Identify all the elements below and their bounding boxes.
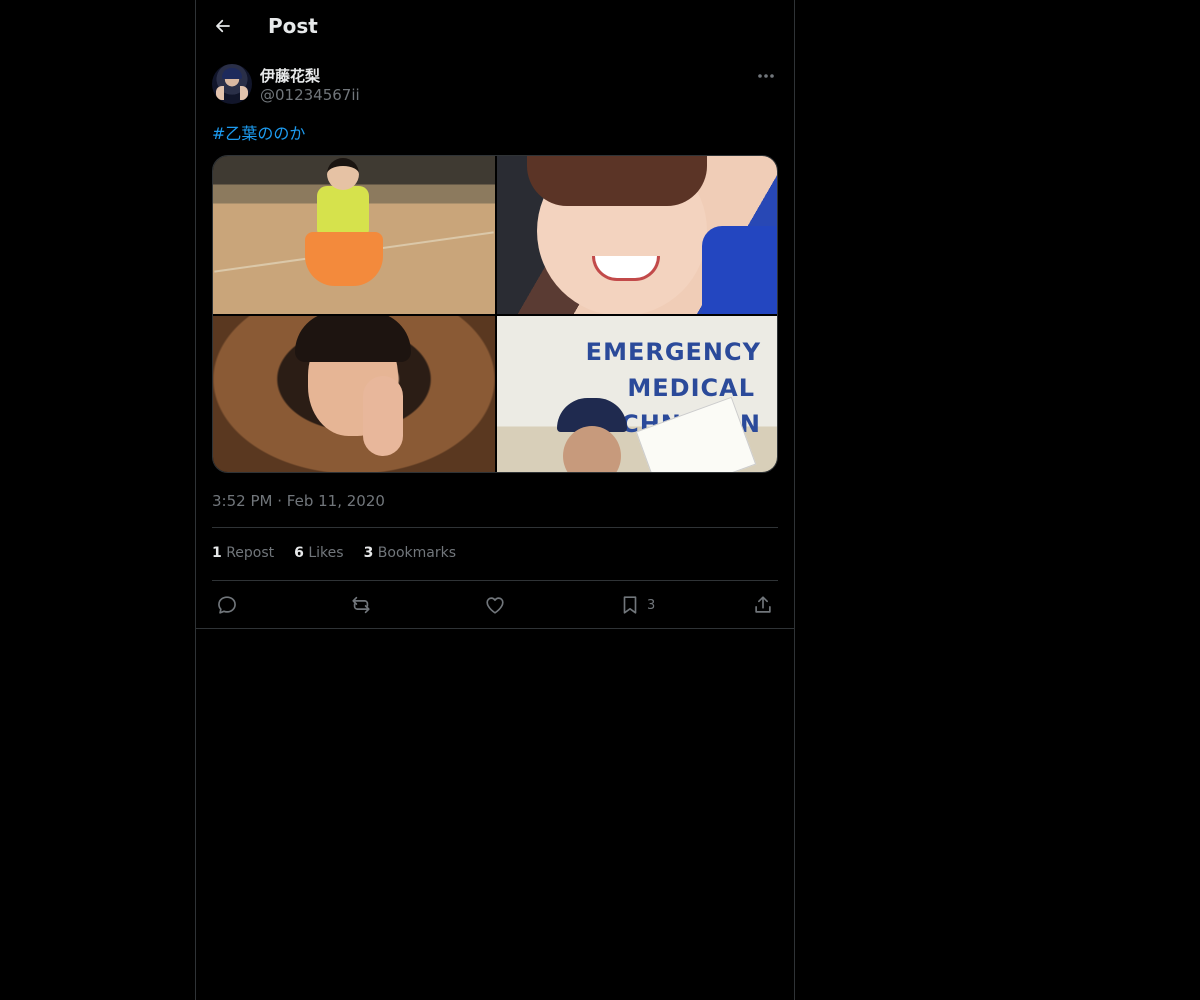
action-bar: 3 [212, 592, 778, 618]
post-stats: 1 Repost 6 Likes 3 Bookmarks [212, 545, 456, 561]
repost-stat[interactable]: 1 Repost [212, 545, 274, 561]
photo-shape [317, 186, 369, 234]
likes-stat[interactable]: 6 Likes [294, 545, 343, 561]
like-button[interactable] [484, 592, 506, 618]
bookmark-count: 3 [647, 597, 656, 613]
bookmark-icon [623, 596, 637, 614]
avatar-hands-shape [216, 86, 248, 100]
photo-sign-text: EMERGENCY [585, 338, 761, 366]
post-time: 3:52 PM [212, 492, 273, 510]
repost-icon [352, 596, 370, 614]
likes-label: Likes [308, 545, 344, 561]
bookmarks-label: Bookmarks [377, 545, 456, 561]
hashtag-link[interactable]: #乙葉ののか [212, 120, 305, 144]
photo-shape [363, 376, 403, 456]
repost-label: Repost [226, 545, 275, 561]
media-grid: EMERGENCY MEDICAL ECHNICIAN [212, 155, 778, 473]
repost-count: 1 [212, 545, 222, 561]
page-title: Post [268, 14, 318, 38]
photo-3[interactable] [213, 316, 495, 472]
avatar-cap-shape [222, 68, 242, 79]
photo-shape [327, 158, 359, 190]
more-options-button[interactable] [754, 66, 778, 86]
bookmark-button[interactable]: 3 [619, 592, 655, 618]
photo-shape [305, 232, 383, 286]
photo-4[interactable]: EMERGENCY MEDICAL ECHNICIAN [497, 316, 777, 472]
likes-count: 6 [294, 545, 304, 561]
reply-button[interactable] [216, 592, 238, 618]
bookmarks-stat[interactable]: 3 Bookmarks [364, 545, 456, 561]
post-timestamp[interactable]: 3:52 PM · Feb 11, 2020 [212, 492, 385, 510]
post-bottom-border [196, 628, 794, 629]
photo-1[interactable] [213, 156, 495, 314]
divider [212, 527, 778, 528]
timestamp-separator: · [277, 492, 283, 510]
divider [212, 580, 778, 581]
avatar[interactable] [212, 64, 252, 104]
share-icon [755, 596, 771, 613]
share-button[interactable] [752, 592, 774, 618]
page-header: Post [196, 0, 794, 53]
photo-sign-text: MEDICAL [627, 374, 755, 402]
photo-shape [702, 226, 777, 314]
heart-icon [486, 597, 504, 614]
back-button[interactable] [210, 13, 236, 39]
arrow-left-icon [216, 19, 230, 33]
reply-icon [218, 596, 236, 614]
photo-2[interactable] [497, 156, 777, 314]
photo-shape [295, 316, 411, 362]
author-name[interactable]: 伊藤花梨 [260, 65, 320, 86]
author-handle[interactable]: @01234567ii [260, 86, 360, 104]
bookmarks-count: 3 [363, 545, 374, 561]
more-horizontal-icon [758, 74, 774, 78]
main-column: Post 伊藤花梨 @01234567ii #乙葉ののか EMERGENCY M… [195, 0, 795, 1000]
post-date: Feb 11, 2020 [286, 492, 385, 510]
photo-shape [527, 156, 707, 206]
repost-button[interactable] [350, 592, 372, 618]
photo-shape [635, 396, 757, 472]
